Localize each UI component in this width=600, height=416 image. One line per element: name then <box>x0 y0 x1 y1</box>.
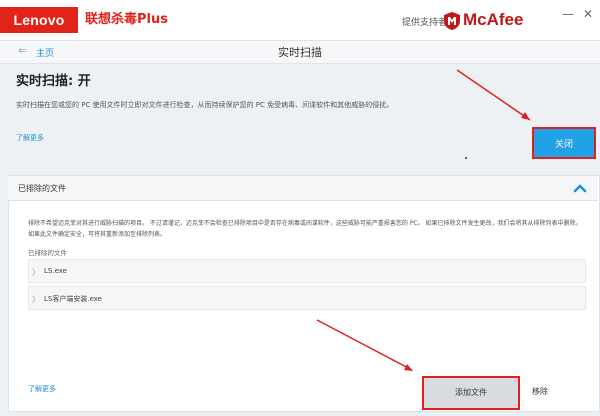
file-list-item[interactable] <box>28 259 586 283</box>
remove-button[interactable]: 移除 <box>532 386 548 397</box>
chevron-right-icon[interactable]: 〉 <box>32 267 40 278</box>
file-name: LS.exe <box>44 267 67 275</box>
mcafee-shield-icon <box>444 12 460 30</box>
excluded-files-description: 排除不希望迈克菲对其进行威胁扫描的项目。 不过请谨记，迈克菲不会检查已排除项目中… <box>28 220 582 238</box>
excluded-files-header[interactable] <box>8 176 598 201</box>
product-name: 联想杀毒Plus <box>85 12 168 27</box>
chevron-right-icon[interactable]: 〉 <box>32 294 40 305</box>
scan-status-heading: 实时扫描: 开 <box>16 74 91 89</box>
turn-off-button[interactable]: 关闭 <box>532 127 596 159</box>
excluded-files-title: 已排除的文件 <box>18 184 66 193</box>
add-file-button[interactable]: 添加文件 <box>422 376 520 410</box>
page-title: 实时扫描 <box>278 46 322 59</box>
excluded-list-label: 已排除的文件 <box>28 249 67 257</box>
learn-more-link[interactable]: 了解更多 <box>28 384 56 394</box>
provided-by-label: 提供支持者 <box>402 18 448 28</box>
learn-more-link[interactable]: 了解更多 <box>16 133 44 143</box>
file-list-item[interactable] <box>28 286 586 310</box>
scan-description: 实时扫描在您或您的 PC 使用文件时立即对文件进行检查，从而持续保护您的 PC … <box>16 101 394 109</box>
chevron-up-icon[interactable] <box>570 178 590 198</box>
file-name: LS客户端安装.exe <box>44 295 102 303</box>
mcafee-logo-text: McAfee <box>463 10 524 29</box>
minimize-icon[interactable]: — <box>560 6 576 22</box>
lenovo-logo: Lenovo <box>0 7 78 33</box>
close-icon[interactable]: ✕ <box>580 6 596 22</box>
decorative-dot <box>465 157 467 159</box>
